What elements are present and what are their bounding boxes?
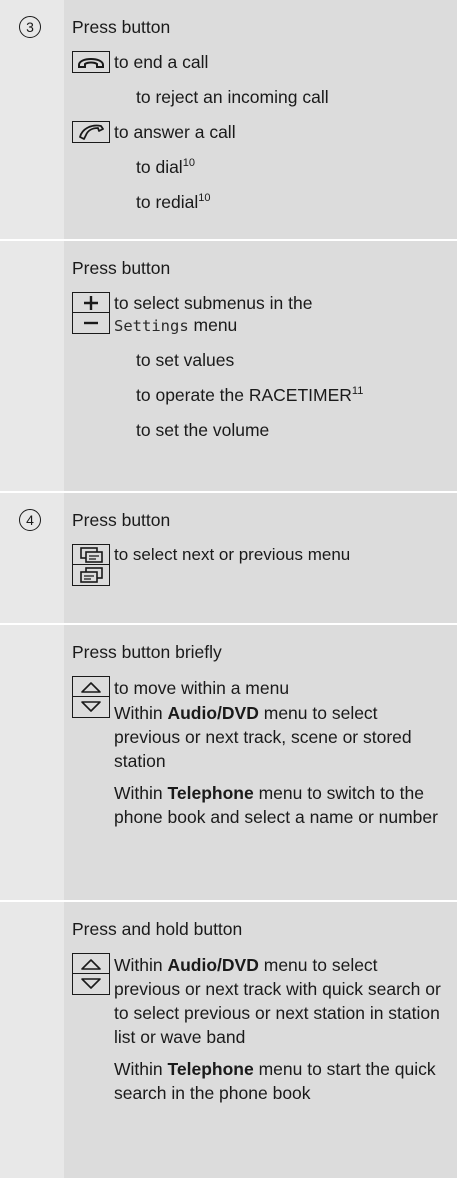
redial-label: to redial [136,192,199,212]
button-column [72,953,114,996]
row-phone-buttons: 3 Press button to end a call to reject a… [0,0,457,241]
row-content: Press button to select submenus in the S… [64,241,457,491]
row-number-cell [0,625,64,900]
row-content: Press button to select next or previous … [64,493,457,623]
submenu-label: to select submenus in the [114,293,313,313]
settings-word: Settings [114,317,189,335]
phone-answer-icon [72,121,110,143]
answer-call-line: to answer a call [72,121,447,143]
footnote-ref: 11 [351,385,364,398]
button-column [72,292,114,335]
volume-text: to set the volume [136,420,270,440]
menu-next-icon [72,544,110,566]
audio-text: Within Audio/DVD menu to select previous… [114,701,447,773]
arrow-up-icon [72,676,110,698]
row-number-cell: 3 [0,0,64,239]
item-number: 4 [19,509,41,531]
end-call-text: to end a call [114,52,209,72]
minus-icon [72,312,110,335]
within-label: Within [114,703,168,723]
arrow-down-icon [72,973,110,996]
end-call-line: to end a call [72,51,447,73]
answer-call-text: to answer a call [114,122,236,142]
select-menu-text: to select next or previous menu [114,545,351,564]
instruction-table: 3 Press button to end a call to reject a… [0,0,457,1178]
button-column [72,121,114,143]
menu-word: menu [188,315,238,335]
row-arrow-buttons-brief: Press button briefly to move within a me… [0,625,457,902]
button-column [72,544,114,587]
arrow-line: Within Audio/DVD menu to select previous… [72,953,447,1105]
redial-text: to redial10 [136,191,447,213]
telephone-text: Within Telephone menu to start the quick… [114,1057,447,1105]
footnote-ref: 10 [182,157,195,170]
telephone-label: Telephone [167,1059,254,1079]
submenu-line: to select submenus in the Settings menu [72,292,447,337]
button-column [72,676,114,719]
move-text: to move within a menu [114,678,290,698]
racetimer-text: to operate the RACETIMER11 [136,384,447,406]
arrow-line: to move within a menu Within Audio/DVD m… [72,676,447,829]
row-heading: Press button briefly [72,642,222,662]
row-content: Press button to end a call to reject an … [64,0,457,239]
row-heading: Press button [72,510,171,530]
button-column [72,51,114,73]
footnote-ref: 10 [198,192,211,205]
row-menu-buttons: 4 Press button to select next or previou… [0,493,457,625]
within-label: Within [114,955,168,975]
audio-dvd-label: Audio/DVD [167,955,259,975]
arrow-text: Within Audio/DVD menu to select previous… [114,953,447,1105]
submenu-text: to select submenus in the Settings menu [114,292,447,337]
telephone-label: Telephone [167,783,254,803]
audio-dvd-label: Audio/DVD [167,703,259,723]
arrow-down-icon [72,696,110,719]
row-plus-minus-buttons: Press button to select submenus in the S… [0,241,457,493]
row-number-cell: 4 [0,493,64,623]
within-label: Within [114,783,168,803]
row-heading: Press button [72,17,171,37]
dial-label: to dial [136,157,183,177]
within-label: Within [114,1059,168,1079]
telephone-text: Within Telephone menu to switch to the p… [114,781,447,829]
dial-text: to dial10 [136,156,447,178]
audio-text: Within Audio/DVD menu to select previous… [114,953,447,1049]
row-heading: Press button [72,258,171,278]
arrow-text: to move within a menu Within Audio/DVD m… [114,676,447,829]
item-number: 3 [19,16,41,38]
row-number-cell [0,241,64,491]
set-values-text: to set values [136,350,235,370]
plus-icon [72,292,110,314]
row-content: Press and hold button Within Audio/DVD m… [64,902,457,1178]
select-menu-line: to select next or previous menu [72,544,447,587]
phone-hangup-icon [72,51,110,73]
settings-menu-label: Settings menu [114,314,447,337]
menu-previous-icon [72,564,110,587]
row-arrow-buttons-hold: Press and hold button Within Audio/DVD m… [0,902,457,1178]
racetimer-label: to operate the RACETIMER [136,385,352,405]
arrow-up-icon [72,953,110,975]
reject-call-text: to reject an incoming call [136,87,329,107]
row-heading: Press and hold button [72,919,243,939]
row-number-cell [0,902,64,1178]
row-content: Press button briefly to move within a me… [64,625,457,900]
